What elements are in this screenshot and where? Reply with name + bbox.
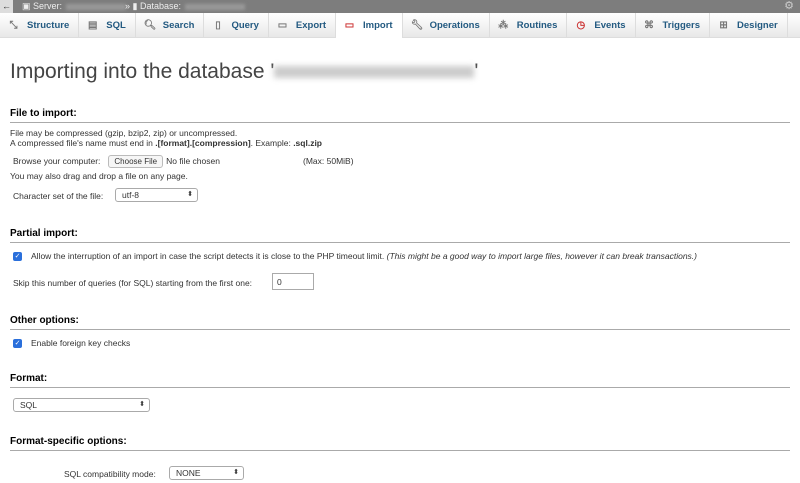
tab-designer[interactable]: ⊞ Designer [710,13,788,38]
tab-structure[interactable]: ⤡ Structure [0,13,80,38]
select-arrows-icon: ⬍ [233,469,239,476]
foreign-key-label: Enable foreign key checks [31,338,131,348]
designer-icon: ⊞ [719,20,728,31]
skip-label: Skip this number of queries (for SQL) st… [13,278,253,288]
structure-icon: ⤡ [9,20,18,31]
compression-note: File may be compressed (gzip, bzip2, zip… [10,128,238,138]
skip-queries-input[interactable]: 0 [272,273,314,290]
back-arrow-icon[interactable]: ← [0,0,13,13]
database-name-redacted [274,66,475,79]
format-select[interactable]: SQL ⬍ [13,398,150,412]
section-format-specific: Format-specific options: [10,436,790,451]
breadcrumb-bar: ← ▣ Server: » ▮ Database: ⚙ [0,0,800,13]
breadcrumb-database[interactable]: » ▮ Database: [125,0,249,13]
charset-select[interactable]: utf-8 ⬍ [115,188,198,202]
tab-query[interactable]: ▯ Query [204,13,269,38]
tab-sql[interactable]: ▤ SQL [79,13,136,38]
export-icon: ▭ [277,20,288,31]
tab-export[interactable]: ▭ Export [269,13,337,38]
breadcrumb-server[interactable]: ▣ Server: [22,0,130,13]
search-icon: 🔍︎ [143,20,157,31]
server-name-redacted [66,3,127,10]
choose-file-button[interactable]: Choose File [108,155,164,168]
section-other-options: Other options: [10,315,790,330]
page-title: Importing into the database ' ' [10,60,479,83]
query-icon: ▯ [215,20,221,31]
tab-routines[interactable]: ⁂ Routines [490,13,568,38]
clock-icon: ◷ [576,20,586,31]
foreign-key-checkbox[interactable]: ✓ [13,339,22,348]
database-icon: ▮ [132,1,138,11]
select-arrows-icon: ⬍ [139,401,145,408]
tab-bar: ⤡ Structure ▤ SQL 🔍︎ Search ▯ Query ▭ Export … [0,13,800,38]
file-status: No file chosen [166,156,220,166]
allow-interrupt-checkbox[interactable]: ✓ [13,252,22,261]
select-arrows-icon: ⬍ [187,191,193,198]
browse-row: Browse your computer: Choose File No file … [13,155,220,168]
tab-operations[interactable]: 🔧︎ Operations [403,13,490,38]
gear-icon[interactable]: ⚙ [784,0,794,13]
section-file-to-import: File to import: [10,108,790,123]
drag-note: You may also drag and drop a file on any… [10,171,188,181]
import-icon: ▭ [344,20,355,31]
filename-note: A compressed file's name must end in .[f… [10,138,322,148]
server-icon: ▣ [22,1,31,11]
database-name-redacted [185,3,246,10]
max-size: (Max: 50MiB) [303,156,354,166]
section-format: Format: [10,373,790,388]
section-partial-import: Partial import: [10,228,790,243]
tab-events[interactable]: ◷ Events [567,13,636,38]
sql-icon: ▤ [88,20,98,31]
tab-import[interactable]: ▭ Import [336,13,403,38]
triggers-icon: ⌘ [644,20,655,31]
wrench-icon: 🔧︎ [410,20,424,31]
tab-triggers[interactable]: ⌘ Triggers [636,13,711,38]
compat-label: SQL compatibility mode: [64,469,156,479]
compat-select[interactable]: NONE ⬍ [169,466,244,480]
allow-interrupt-label: Allow the interruption of an import in c… [31,251,698,261]
tab-search[interactable]: 🔍︎ Search [136,13,205,38]
charset-label: Character set of the file: [13,191,104,201]
routines-icon: ⁂ [498,20,509,31]
